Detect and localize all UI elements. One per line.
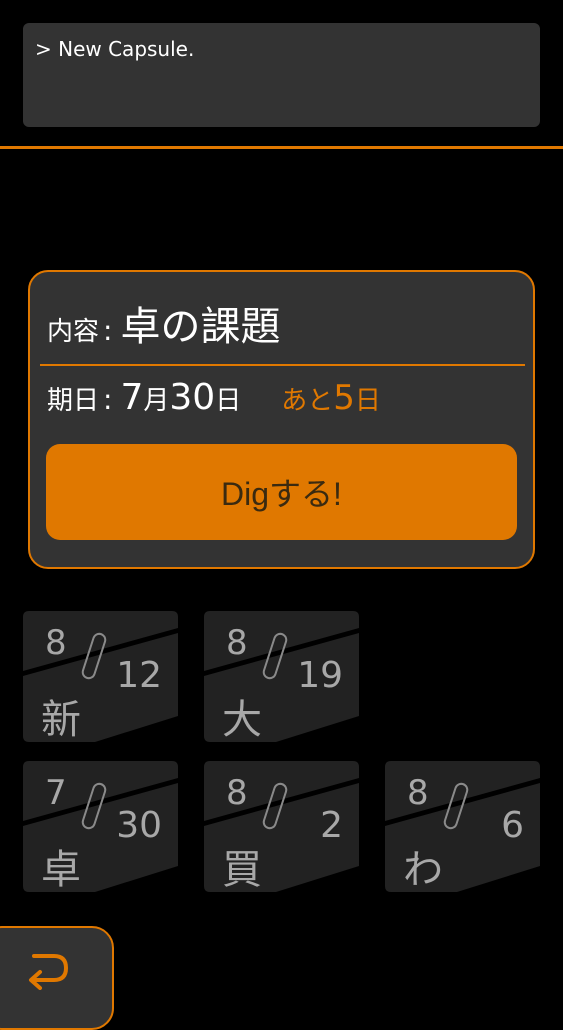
capsule-month: 8	[226, 623, 248, 663]
capsule-day: 6	[501, 805, 524, 846]
capsule-month: 8	[45, 623, 67, 663]
capsule-month: 8	[226, 773, 248, 813]
capsule-initial: 卓	[41, 847, 81, 893]
capsule-day: 30	[116, 805, 162, 846]
header-divider	[0, 146, 563, 149]
capsule-pill-icon	[262, 782, 288, 830]
return-arrow-icon	[29, 954, 68, 990]
capsule-title: 卓の課題	[120, 304, 281, 350]
capsule-tile[interactable]: 8 12 新	[23, 611, 178, 743]
remaining-count: 5	[333, 378, 355, 418]
back-button[interactable]	[0, 926, 114, 1030]
due-date-separator: :	[103, 383, 113, 416]
capsule-month: 8	[407, 773, 429, 813]
capsule-initial: わ	[403, 847, 443, 893]
capsule-day: 19	[297, 655, 343, 696]
capsule-month: 7	[45, 773, 67, 813]
due-date-row: 期日 : 7 月 30 日 あと 5 日	[47, 377, 381, 418]
due-day: 30	[169, 377, 216, 418]
content-row: 内容 : 卓の課題	[47, 294, 280, 350]
capsule-tile[interactable]: 8 19 大	[204, 611, 359, 743]
capsule-day: 2	[320, 805, 343, 846]
capsule-pill-icon	[262, 632, 288, 680]
card-divider	[40, 364, 525, 366]
month-unit: 月	[143, 386, 170, 416]
dig-button[interactable]: Digする!	[46, 444, 517, 540]
day-unit: 日	[215, 386, 242, 416]
capsule-tile[interactable]: 8 6 わ	[385, 761, 540, 893]
capsule-detail-card: 内容 : 卓の課題 期日 : 7 月 30 日 あと 5 日 Digする!	[28, 270, 535, 569]
capsule-pill-icon	[81, 782, 107, 830]
capsule-initial: 買	[222, 847, 262, 893]
capsule-pill-icon	[81, 632, 107, 680]
capsule-pill-icon	[443, 782, 469, 830]
capsule-day: 12	[116, 655, 162, 696]
due-date-label: 期日	[47, 386, 100, 416]
remaining-prefix: あと	[281, 386, 334, 416]
capsule-initial: 新	[41, 697, 81, 743]
console-panel: > New Capsule.	[23, 23, 540, 127]
console-text: > New Capsule.	[35, 37, 195, 61]
capsule-initial: 大	[222, 697, 262, 743]
dig-button-label: Digする!	[221, 476, 342, 512]
due-month: 7	[120, 377, 144, 418]
capsule-tile[interactable]: 7 30 卓	[23, 761, 178, 893]
content-separator: :	[103, 314, 113, 347]
remaining-unit: 日	[354, 386, 381, 416]
capsule-tile[interactable]: 8 2 買	[204, 761, 359, 893]
content-label: 内容	[47, 317, 100, 347]
remaining-days: あと 5 日	[281, 378, 381, 418]
